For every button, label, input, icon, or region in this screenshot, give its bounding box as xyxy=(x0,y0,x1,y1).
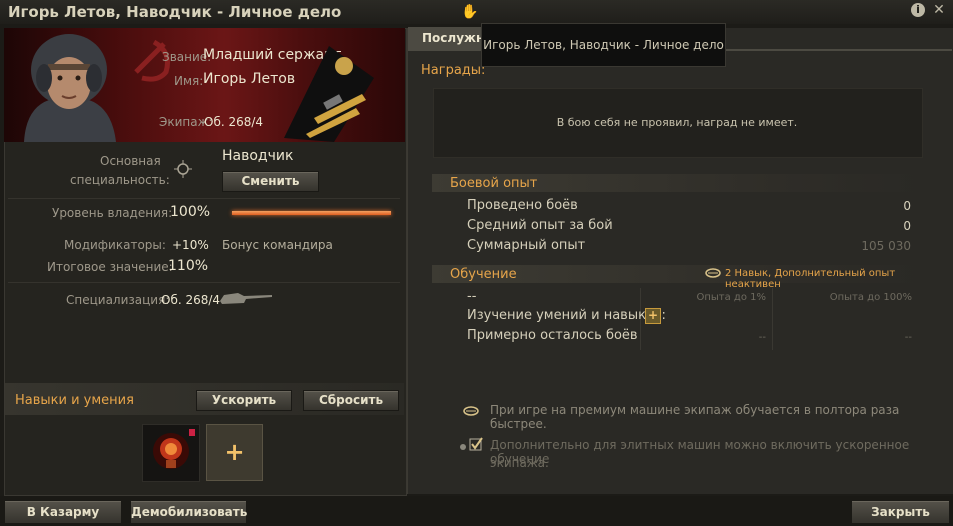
mastery-bar-track xyxy=(232,211,391,215)
barracks-button[interactable]: В Казарму xyxy=(4,500,122,524)
shoulder-board-icon xyxy=(284,46,374,142)
premium-note: При игре на премиум машине экипаж обучае… xyxy=(490,403,900,431)
change-specialty-button[interactable]: Сменить xyxy=(222,171,319,192)
mastery-label: Уровень владения: xyxy=(52,206,173,220)
plus-icon[interactable]: + xyxy=(645,308,661,324)
speedup-button[interactable]: Ускорить xyxy=(196,390,292,411)
elite-note-line1: Дополнительно для элитных машин можно вк… xyxy=(490,438,910,466)
reset-button[interactable]: Сбросить xyxy=(303,390,399,411)
add-skill-button[interactable]: + xyxy=(206,424,263,481)
window-title: Игорь Летов, Наводчик - Личное дело xyxy=(8,3,342,21)
checkbox-icon xyxy=(460,437,483,451)
tank-icon xyxy=(220,293,272,304)
mastery-bar-fill xyxy=(232,211,391,215)
target-icon xyxy=(174,160,192,178)
total-label: Итоговое значение: xyxy=(47,260,173,274)
combat-row-label: Проведено боёв xyxy=(467,198,578,213)
column-divider xyxy=(772,288,773,350)
name-label: Имя: xyxy=(174,74,204,88)
specialty-value: Наводчик xyxy=(222,148,294,164)
modifiers-label: Модификаторы: xyxy=(64,238,166,252)
combat-row-value: 0 xyxy=(903,219,911,233)
total-value: 110% xyxy=(168,258,209,274)
specialty-label-line1: Основная xyxy=(100,154,161,168)
avatar xyxy=(24,34,116,142)
combat-row-value: 0 xyxy=(903,199,911,213)
lightbulb-icon xyxy=(153,429,195,469)
training-book-icon xyxy=(463,406,479,416)
awards-empty-text: В бою себя не проявил, наград не имеет. xyxy=(556,116,798,129)
divider xyxy=(8,198,400,199)
combat-row-label: Суммарный опыт xyxy=(467,238,586,253)
combat-title: Боевой опыт xyxy=(450,176,538,191)
cursor-icon: ✋ xyxy=(461,4,479,20)
combat-row-value: 105 030 xyxy=(861,239,911,253)
mastery-value: 100% xyxy=(170,204,211,220)
elite-note-line2: экипажа. xyxy=(490,456,549,470)
specialization-value: Об. 268/4 xyxy=(161,293,221,307)
crew-value: Об. 268/4 xyxy=(204,115,264,129)
close-icon[interactable]: ✕ xyxy=(931,2,947,18)
portrait-banner: Звание: Младший сержант Имя: Игорь Летов… xyxy=(4,28,405,142)
awards-title: Награды: xyxy=(421,63,486,78)
column-header: Опыта до 1% xyxy=(696,292,766,303)
combat-row-label: Средний опыт за бой xyxy=(467,218,613,233)
demobilize-button[interactable]: Демобилизовать xyxy=(130,500,247,524)
divider xyxy=(8,282,400,283)
training-row-label: Изучение умений и навыков: xyxy=(467,308,666,323)
skill-slot[interactable] xyxy=(142,424,200,482)
close-button[interactable]: Закрыть xyxy=(851,500,950,524)
info-icon[interactable]: i xyxy=(911,3,925,17)
training-row-value: -- xyxy=(758,332,766,343)
training-status: 2 Навык, Дополнительный опыт неактивен xyxy=(725,268,896,290)
training-row-label: Примерно осталось боёв xyxy=(467,328,638,343)
training-title: Обучение xyxy=(450,267,517,282)
modifiers-value: +10% xyxy=(172,238,209,252)
specialization-label: Специализация: xyxy=(66,293,170,307)
training-row-value: -- xyxy=(904,332,912,343)
skills-title: Навыки и умения xyxy=(15,393,134,408)
tooltip: Игорь Летов, Наводчик - Личное дело xyxy=(481,23,726,67)
column-header: Опыта до 100% xyxy=(829,292,912,303)
training-row-label: -- xyxy=(467,289,477,304)
training-book-icon xyxy=(705,268,721,278)
specialty-label-line2: специальность: xyxy=(70,173,170,187)
modifiers-note: Бонус командира xyxy=(222,238,333,252)
